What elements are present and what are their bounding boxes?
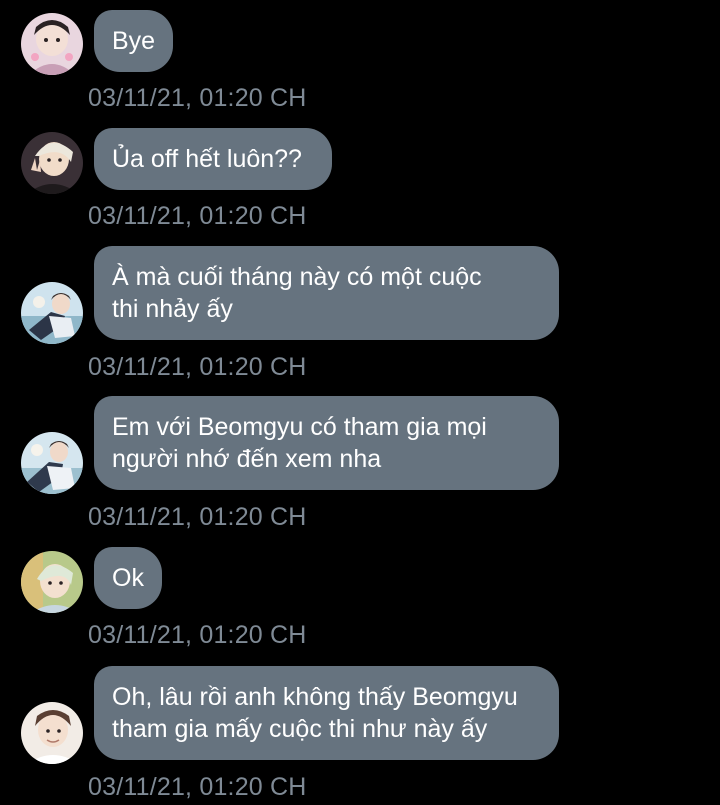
- message-text-line: thi nhảy ấy: [112, 295, 233, 323]
- message-timestamp: 03/11/21, 01:20 CH: [88, 621, 307, 649]
- user-avatar[interactable]: [21, 282, 83, 344]
- message-bubble[interactable]: Bye: [94, 10, 173, 72]
- avatar-photo-icon: [21, 702, 83, 764]
- message-bubble[interactable]: Ủa off hết luôn??: [94, 128, 332, 190]
- user-avatar[interactable]: [21, 702, 83, 764]
- message-text-line: tham gia mấy cuộc thi như này ấy: [112, 715, 488, 743]
- avatar-photo-icon: [21, 132, 83, 194]
- message-text-line: Oh, lâu rồi anh không thấy Beomgyu: [112, 683, 518, 711]
- user-avatar[interactable]: [21, 551, 83, 613]
- user-avatar[interactable]: [21, 432, 83, 494]
- user-avatar[interactable]: [21, 132, 83, 194]
- message-bubble[interactable]: Em với Beomgyu có tham gia mọi người nhớ…: [94, 396, 559, 490]
- message-bubble[interactable]: À mà cuối tháng này có một cuộc thi nhảy…: [94, 246, 559, 340]
- avatar-photo-icon: [21, 432, 83, 494]
- message-timestamp: 03/11/21, 01:20 CH: [88, 84, 307, 112]
- message-text-line: Bye: [112, 27, 156, 55]
- message-timestamp: 03/11/21, 01:20 CH: [88, 503, 307, 531]
- user-avatar[interactable]: [21, 13, 83, 75]
- avatar-photo-icon: [21, 551, 83, 613]
- message-bubble[interactable]: Ok: [94, 547, 162, 609]
- message-timestamp: 03/11/21, 01:20 CH: [88, 202, 307, 230]
- message-bubble[interactable]: Oh, lâu rồi anh không thấy Beomgyu tham …: [94, 666, 559, 760]
- message-text-line: người nhớ đến xem nha: [112, 445, 382, 473]
- message-timestamp: 03/11/21, 01:20 CH: [88, 353, 307, 381]
- message-text-line: Ủa off hết luôn??: [112, 145, 302, 173]
- message-text-line: À mà cuối tháng này có một cuộc: [112, 263, 482, 291]
- message-timestamp: 03/11/21, 01:20 CH: [88, 773, 307, 801]
- avatar-photo-icon: [21, 282, 83, 344]
- message-text-line: Em với Beomgyu có tham gia mọi: [112, 413, 487, 441]
- avatar-photo-icon: [21, 13, 83, 75]
- message-text-line: Ok: [112, 564, 144, 592]
- chat-screen: { "colors": { "background": "#000000", "…: [0, 0, 720, 805]
